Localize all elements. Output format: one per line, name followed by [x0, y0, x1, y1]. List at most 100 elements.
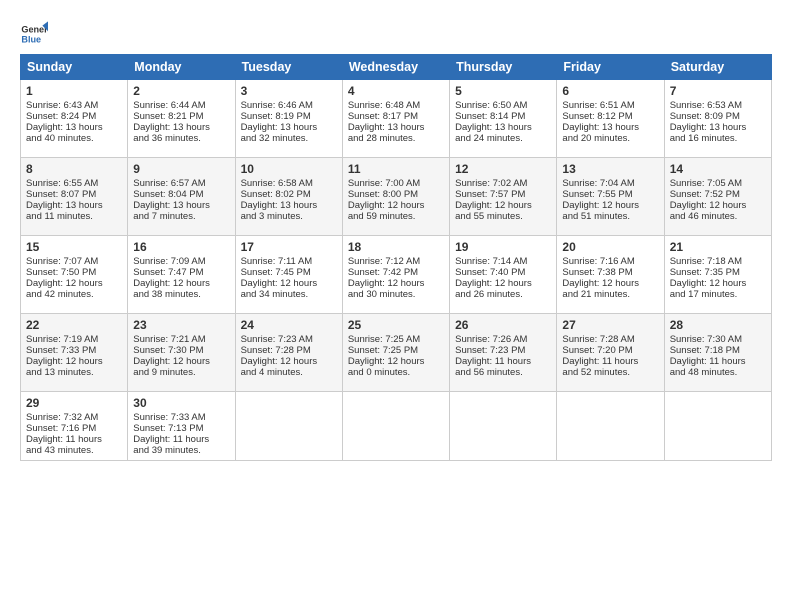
day-info-line: Sunset: 7:52 PM [670, 189, 766, 200]
day-header-wednesday: Wednesday [342, 55, 449, 80]
day-info-line: Daylight: 13 hours [348, 122, 444, 133]
day-info-line: and 30 minutes. [348, 289, 444, 300]
day-info-line: and 42 minutes. [26, 289, 122, 300]
day-info-line: Sunrise: 7:16 AM [562, 256, 658, 267]
day-header-monday: Monday [128, 55, 235, 80]
day-number: 2 [133, 84, 229, 98]
day-number: 10 [241, 162, 337, 176]
day-info-line: Sunset: 7:23 PM [455, 345, 551, 356]
calendar-cell: 12Sunrise: 7:02 AMSunset: 7:57 PMDayligh… [450, 158, 557, 236]
calendar-cell: 16Sunrise: 7:09 AMSunset: 7:47 PMDayligh… [128, 236, 235, 314]
calendar-cell: 13Sunrise: 7:04 AMSunset: 7:55 PMDayligh… [557, 158, 664, 236]
day-info-line: Daylight: 12 hours [133, 278, 229, 289]
calendar-cell: 22Sunrise: 7:19 AMSunset: 7:33 PMDayligh… [21, 314, 128, 392]
logo: General Blue [20, 20, 52, 48]
day-info-line: Daylight: 12 hours [348, 356, 444, 367]
day-info-line: Sunrise: 7:28 AM [562, 334, 658, 345]
calendar-cell: 15Sunrise: 7:07 AMSunset: 7:50 PMDayligh… [21, 236, 128, 314]
calendar-cell: 18Sunrise: 7:12 AMSunset: 7:42 PMDayligh… [342, 236, 449, 314]
day-info-line: Daylight: 12 hours [670, 278, 766, 289]
day-info-line: Sunset: 7:35 PM [670, 267, 766, 278]
day-info-line: and 46 minutes. [670, 211, 766, 222]
calendar-cell [557, 392, 664, 461]
day-info-line: Sunset: 7:16 PM [26, 423, 122, 434]
calendar-cell: 20Sunrise: 7:16 AMSunset: 7:38 PMDayligh… [557, 236, 664, 314]
day-info-line: Sunrise: 7:14 AM [455, 256, 551, 267]
day-info-line: Daylight: 12 hours [26, 356, 122, 367]
day-info-line: Sunrise: 7:32 AM [26, 412, 122, 423]
day-info-line: and 21 minutes. [562, 289, 658, 300]
calendar-cell: 4Sunrise: 6:48 AMSunset: 8:17 PMDaylight… [342, 80, 449, 158]
day-info-line: Sunset: 8:04 PM [133, 189, 229, 200]
day-info-line: Sunset: 7:33 PM [26, 345, 122, 356]
day-header-sunday: Sunday [21, 55, 128, 80]
day-info-line: Daylight: 12 hours [562, 200, 658, 211]
calendar-week-row: 1Sunrise: 6:43 AMSunset: 8:24 PMDaylight… [21, 80, 772, 158]
day-number: 6 [562, 84, 658, 98]
day-info-line: Daylight: 12 hours [348, 278, 444, 289]
day-info-line: Daylight: 13 hours [562, 122, 658, 133]
day-info-line: Sunset: 8:07 PM [26, 189, 122, 200]
day-info-line: Sunset: 8:21 PM [133, 111, 229, 122]
calendar-cell [235, 392, 342, 461]
day-info-line: Sunrise: 7:30 AM [670, 334, 766, 345]
day-info-line: Sunset: 8:14 PM [455, 111, 551, 122]
day-info-line: Daylight: 13 hours [133, 122, 229, 133]
day-info-line: Sunrise: 6:51 AM [562, 100, 658, 111]
day-info-line: and 55 minutes. [455, 211, 551, 222]
day-info-line: Sunset: 7:13 PM [133, 423, 229, 434]
day-number: 26 [455, 318, 551, 332]
day-number: 5 [455, 84, 551, 98]
day-info-line: Sunset: 7:42 PM [348, 267, 444, 278]
day-info-line: and 20 minutes. [562, 133, 658, 144]
day-number: 29 [26, 396, 122, 410]
calendar-cell: 3Sunrise: 6:46 AMSunset: 8:19 PMDaylight… [235, 80, 342, 158]
day-info-line: Sunrise: 6:53 AM [670, 100, 766, 111]
day-info-line: Daylight: 11 hours [455, 356, 551, 367]
day-number: 18 [348, 240, 444, 254]
day-info-line: Daylight: 12 hours [670, 200, 766, 211]
calendar-cell: 9Sunrise: 6:57 AMSunset: 8:04 PMDaylight… [128, 158, 235, 236]
day-info-line: Sunrise: 7:33 AM [133, 412, 229, 423]
day-info-line: and 40 minutes. [26, 133, 122, 144]
day-info-line: Sunset: 8:19 PM [241, 111, 337, 122]
day-info-line: Sunset: 8:02 PM [241, 189, 337, 200]
calendar-table: SundayMondayTuesdayWednesdayThursdayFrid… [20, 54, 772, 461]
calendar-cell: 26 Sunrise: 7:26 AMSunset: 7:23 PMDayligh… [450, 314, 557, 392]
day-info-line: and 9 minutes. [133, 367, 229, 378]
day-info-line: Daylight: 13 hours [455, 122, 551, 133]
day-info-line: and 52 minutes. [562, 367, 658, 378]
day-number: 1 [26, 84, 122, 98]
day-info-line: and 11 minutes. [26, 211, 122, 222]
day-info-line: Sunrise: 6:57 AM [133, 178, 229, 189]
calendar-cell: 21Sunrise: 7:18 AMSunset: 7:35 PMDayligh… [664, 236, 771, 314]
day-header-friday: Friday [557, 55, 664, 80]
day-info-line: Daylight: 13 hours [133, 200, 229, 211]
calendar-week-row: 29Sunrise: 7:32 AMSunset: 7:16 PMDayligh… [21, 392, 772, 461]
day-info-line: Sunrise: 7:26 AM [455, 334, 551, 345]
day-info-line: and 13 minutes. [26, 367, 122, 378]
day-info-line: Sunrise: 7:02 AM [455, 178, 551, 189]
logo-icon: General Blue [20, 20, 48, 48]
calendar-week-row: 15Sunrise: 7:07 AMSunset: 7:50 PMDayligh… [21, 236, 772, 314]
day-info-line: Sunset: 8:00 PM [348, 189, 444, 200]
day-info-line: and 7 minutes. [133, 211, 229, 222]
day-info-line: Sunrise: 6:44 AM [133, 100, 229, 111]
calendar-cell: 24Sunrise: 7:23 AMSunset: 7:28 PMDayligh… [235, 314, 342, 392]
calendar-header-row: SundayMondayTuesdayWednesdayThursdayFrid… [21, 55, 772, 80]
day-info-line: Sunset: 8:12 PM [562, 111, 658, 122]
day-info-line: Sunset: 7:57 PM [455, 189, 551, 200]
day-info-line: and 24 minutes. [455, 133, 551, 144]
day-info-line: and 48 minutes. [670, 367, 766, 378]
day-info-line: and 56 minutes. [455, 367, 551, 378]
day-info-line: Sunrise: 7:25 AM [348, 334, 444, 345]
day-info-line: Daylight: 12 hours [241, 278, 337, 289]
calendar-body: 1Sunrise: 6:43 AMSunset: 8:24 PMDaylight… [21, 80, 772, 461]
day-number: 15 [26, 240, 122, 254]
day-number: 27 [562, 318, 658, 332]
calendar-cell: 27Sunrise: 7:28 AMSunset: 7:20 PMDayligh… [557, 314, 664, 392]
day-number: 16 [133, 240, 229, 254]
calendar-cell [342, 392, 449, 461]
day-info-line: and 43 minutes. [26, 445, 122, 456]
day-info-line: Daylight: 12 hours [241, 356, 337, 367]
